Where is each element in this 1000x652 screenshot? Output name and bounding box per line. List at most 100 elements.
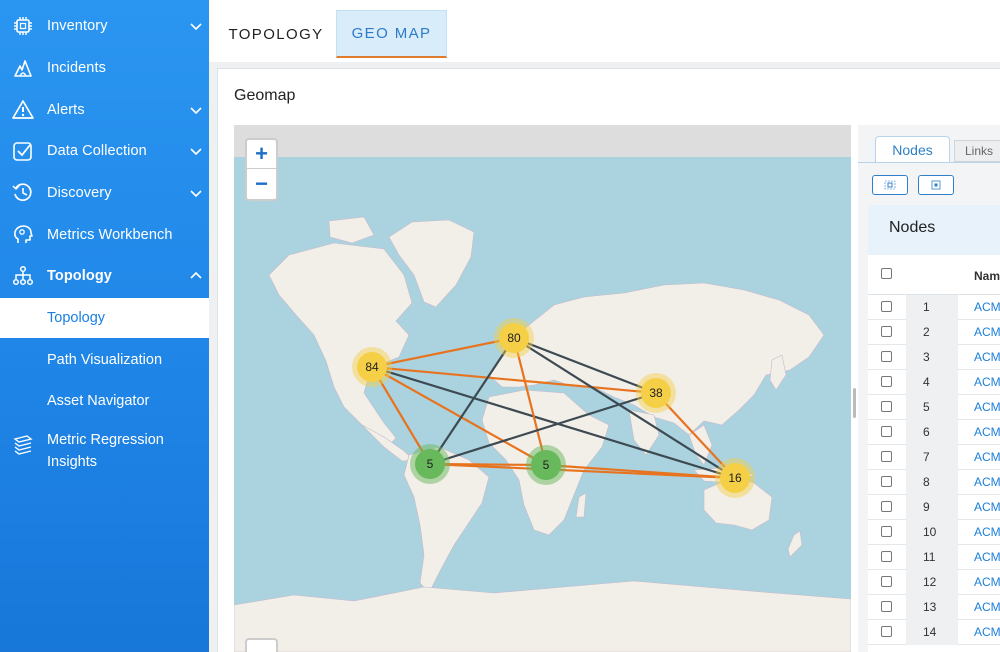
- cluster-count: 84: [365, 360, 379, 374]
- cluster-marker[interactable]: 5: [410, 444, 450, 484]
- sidebar-item-inventory[interactable]: Inventory: [0, 6, 209, 46]
- node-name-link[interactable]: ACM: [974, 520, 1000, 545]
- row-checkbox[interactable]: [881, 376, 892, 387]
- zoom-in-button[interactable]: +: [247, 140, 276, 169]
- flame-icon: [12, 57, 34, 79]
- sidebar-item-metric-regression-insights[interactable]: Metric Regression Insights: [0, 425, 209, 481]
- sidebar-subitem-path-visualization[interactable]: Path Visualization: [0, 340, 209, 380]
- sidebar-item-data-collection[interactable]: Data Collection: [0, 131, 209, 171]
- row-checkbox[interactable]: [881, 626, 892, 637]
- center-view-button[interactable]: [918, 175, 954, 195]
- node-name-link[interactable]: ACM: [974, 420, 1000, 445]
- column-header-name[interactable]: Nam: [974, 269, 1000, 283]
- row-number: 11: [906, 545, 958, 570]
- cluster-count: 5: [427, 457, 434, 471]
- cluster-count: 80: [507, 331, 521, 345]
- zoom-out-button[interactable]: −: [247, 169, 276, 198]
- row-checkbox[interactable]: [881, 526, 892, 537]
- table-row[interactable]: 6 ACM: [868, 420, 1000, 445]
- row-number: 13: [906, 595, 958, 620]
- node-name-link[interactable]: ACM: [974, 345, 1000, 370]
- row-number: 9: [906, 495, 958, 520]
- select-all-checkbox[interactable]: [881, 268, 892, 279]
- table-row[interactable]: 13 ACM: [868, 595, 1000, 620]
- node-name-link[interactable]: ACM: [974, 320, 1000, 345]
- brain-icon: [12, 224, 34, 246]
- nodes-table-header: Nodes: [868, 205, 1000, 255]
- tab-topology[interactable]: TOPOLOGY: [217, 10, 335, 58]
- table-row[interactable]: 12 ACM: [868, 570, 1000, 595]
- sidebar-item-label: Alerts: [47, 102, 85, 118]
- cluster-count: 5: [543, 458, 550, 472]
- table-row[interactable]: 5 ACM: [868, 395, 1000, 420]
- tab-links[interactable]: Links: [954, 140, 1000, 162]
- table-row[interactable]: 2 ACM: [868, 320, 1000, 345]
- cluster-marker[interactable]: 16: [715, 458, 755, 498]
- row-checkbox[interactable]: [881, 326, 892, 337]
- node-name-link[interactable]: ACM: [974, 495, 1000, 520]
- cluster-marker[interactable]: 38: [636, 373, 676, 413]
- sidebar-item-metrics-workbench[interactable]: Metrics Workbench: [0, 215, 209, 255]
- tab-geo-map[interactable]: GEO MAP: [336, 10, 447, 58]
- stack-icon: [12, 433, 34, 455]
- node-name-link[interactable]: ACM: [974, 395, 1000, 420]
- table-row[interactable]: 8 ACM: [868, 470, 1000, 495]
- fit-view-button[interactable]: [872, 175, 908, 195]
- table-row[interactable]: 1 ACM: [868, 295, 1000, 320]
- row-number: 14: [906, 620, 958, 645]
- sidebar-item-discovery[interactable]: Discovery: [0, 173, 209, 213]
- row-checkbox[interactable]: [881, 501, 892, 512]
- row-number: 3: [906, 345, 958, 370]
- table-header-row: Nam: [868, 255, 1000, 295]
- node-name-link[interactable]: ACM: [974, 545, 1000, 570]
- row-checkbox[interactable]: [881, 451, 892, 462]
- row-checkbox[interactable]: [881, 576, 892, 587]
- row-checkbox[interactable]: [881, 351, 892, 362]
- world-map[interactable]: 84 80 38 5 5 16: [234, 125, 851, 652]
- sidebar-item-incidents[interactable]: Incidents: [0, 48, 209, 88]
- land-india: [628, 409, 660, 456]
- table-row[interactable]: 11 ACM: [868, 545, 1000, 570]
- row-checkbox[interactable]: [881, 401, 892, 412]
- expand-icon: [884, 180, 896, 190]
- sidebar-subitem-label: Asset Navigator: [47, 393, 150, 409]
- node-name-link[interactable]: ACM: [974, 370, 1000, 395]
- node-name-link[interactable]: ACM: [974, 295, 1000, 320]
- sidebar-item-label: Metric Regression Insights: [47, 432, 164, 470]
- table-row[interactable]: 4 ACM: [868, 370, 1000, 395]
- sidebar-item-alerts[interactable]: Alerts: [0, 90, 209, 130]
- table-row[interactable]: 7 ACM: [868, 445, 1000, 470]
- map-layer-control[interactable]: [245, 638, 278, 652]
- cluster-marker[interactable]: 84: [352, 347, 392, 387]
- row-checkbox[interactable]: [881, 551, 892, 562]
- node-name-link[interactable]: ACM: [974, 445, 1000, 470]
- row-checkbox[interactable]: [881, 426, 892, 437]
- sidebar-item-topology[interactable]: Topology: [0, 256, 209, 296]
- row-checkbox[interactable]: [881, 476, 892, 487]
- row-number: 4: [906, 370, 958, 395]
- sidebar-subitem-topology[interactable]: Topology: [0, 298, 209, 338]
- warning-icon: [12, 99, 34, 121]
- sidebar-item-label: Discovery: [47, 185, 112, 201]
- cluster-marker[interactable]: 80: [494, 318, 534, 358]
- sidebar-subitem-asset-navigator[interactable]: Asset Navigator: [0, 381, 209, 421]
- table-row[interactable]: 14 ACM: [868, 620, 1000, 645]
- sidebar-subitem-label: Topology: [47, 310, 106, 326]
- node-name-link[interactable]: ACM: [974, 570, 1000, 595]
- row-checkbox[interactable]: [881, 301, 892, 312]
- panel-resize-handle[interactable]: [853, 388, 856, 418]
- node-name-link[interactable]: ACM: [974, 470, 1000, 495]
- table-row[interactable]: 3 ACM: [868, 345, 1000, 370]
- row-number: 6: [906, 420, 958, 445]
- node-name-link[interactable]: ACM: [974, 595, 1000, 620]
- node-name-link[interactable]: ACM: [974, 620, 1000, 645]
- tab-nodes[interactable]: Nodes: [875, 136, 950, 162]
- checklist-icon: [12, 140, 34, 162]
- table-row[interactable]: 10 ACM: [868, 520, 1000, 545]
- sidebar-item-label: Data Collection: [47, 143, 147, 159]
- table-row[interactable]: 9 ACM: [868, 495, 1000, 520]
- cluster-marker[interactable]: 5: [526, 445, 566, 485]
- sidebar-item-label: Metrics Workbench: [47, 227, 173, 243]
- row-checkbox[interactable]: [881, 601, 892, 612]
- map-canvas: 84 80 38 5 5 16: [234, 216, 851, 652]
